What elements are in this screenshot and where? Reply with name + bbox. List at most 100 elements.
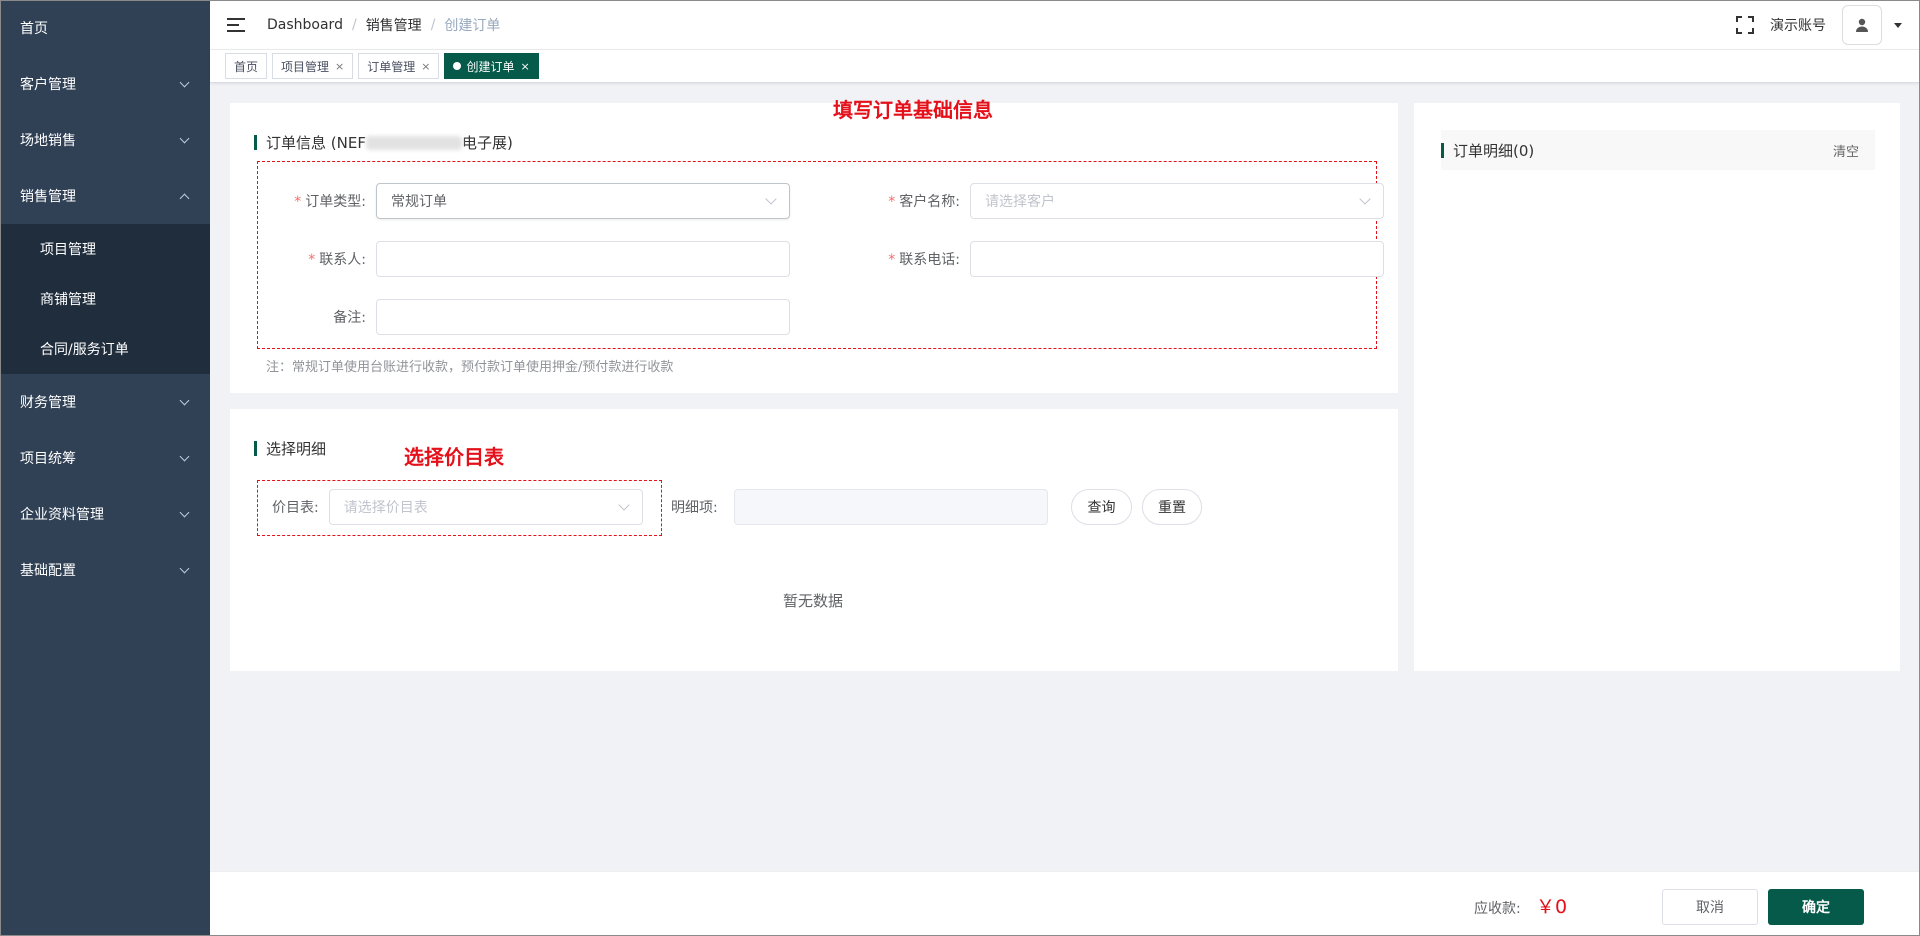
sidebar-subitem-label: 合同/服务订单: [40, 342, 129, 358]
phone-row: * 联系电话:: [851, 241, 1384, 277]
order-type-label: * 订单类型:: [294, 194, 366, 210]
chevron-up-icon: [179, 193, 190, 203]
sidebar-subitem-label: 项目管理: [40, 242, 96, 258]
sidebar-item-label: 场地销售: [20, 133, 76, 149]
reset-button[interactable]: 重置: [1142, 489, 1202, 525]
chevron-down-icon: [179, 451, 190, 461]
query-button[interactable]: 查询: [1071, 489, 1132, 525]
sidebar: 首页 客户管理 场地销售 销售管理 项目管理 商铺管理 合同/服务订单 财务管理…: [0, 0, 210, 936]
hamburger-icon[interactable]: [227, 17, 245, 32]
customer-select[interactable]: 请选择客户: [970, 183, 1384, 219]
title-bar: [254, 441, 257, 456]
order-info-title-suffix: 电子展): [461, 134, 513, 152]
breadcrumb: Dashboard / 销售管理 / 创建订单: [267, 15, 500, 35]
sidebar-subitem-label: 商铺管理: [40, 292, 96, 308]
chevron-down-icon: [179, 563, 190, 573]
sidebar-item-venue-sales[interactable]: 场地销售: [0, 112, 210, 168]
redacted-blur: [365, 135, 462, 150]
sidebar-subitem-projects[interactable]: 项目管理: [0, 224, 210, 274]
close-icon[interactable]: ×: [421, 60, 430, 73]
sidebar-item-label: 客户管理: [20, 77, 76, 93]
chevron-down-icon: [179, 133, 190, 143]
amount-label: 应收款:: [1474, 901, 1521, 917]
sidebar-item-label: 企业资料管理: [20, 507, 104, 523]
tag-label: 创建订单: [466, 59, 515, 74]
caret-down-icon[interactable]: [1894, 22, 1902, 28]
chevron-down-icon: [1359, 192, 1371, 205]
sidebar-item-project-planning[interactable]: 项目统筹: [0, 430, 210, 486]
breadcrumb-separator: /: [430, 16, 436, 33]
sidebar-submenu-sales: 项目管理 商铺管理 合同/服务订单: [0, 224, 210, 374]
contact-label: * 联系人:: [308, 252, 366, 268]
cancel-button[interactable]: 取消: [1662, 889, 1758, 925]
amount-value: ￥0: [1536, 896, 1568, 918]
title-bar: [254, 135, 257, 150]
top-header: Dashboard / 销售管理 / 创建订单 演示账号: [210, 0, 1920, 50]
chevron-down-icon: [179, 77, 190, 87]
tag-projects[interactable]: 项目管理 ×: [272, 53, 354, 79]
empty-text: 暂无数据: [783, 592, 844, 610]
sidebar-item-label: 项目统筹: [20, 451, 76, 467]
header-right: 演示账号: [1736, 0, 1920, 50]
sidebar-item-label: 财务管理: [20, 395, 76, 411]
active-dot-icon: [453, 62, 462, 70]
breadcrumb-sales[interactable]: 销售管理: [366, 15, 422, 35]
price-placeholder: 请选择价目表: [343, 500, 428, 516]
annotation-fill-order-info: 填写订单基础信息: [833, 98, 993, 122]
sidebar-item-sales[interactable]: 销售管理: [0, 168, 210, 224]
user-icon: [1856, 18, 1868, 32]
item-input[interactable]: [733, 489, 1048, 525]
sidebar-item-label: 销售管理: [20, 189, 76, 205]
tag-orders[interactable]: 订单管理 ×: [358, 53, 440, 79]
clear-button[interactable]: 清空: [1833, 141, 1859, 160]
select-detail-title-text: 选择明细: [266, 440, 327, 458]
tag-label: 首页: [234, 59, 259, 74]
customer-row: * 客户名称: 请选择客户: [851, 183, 1384, 219]
close-icon[interactable]: ×: [335, 60, 344, 73]
remark-input[interactable]: [376, 299, 790, 335]
order-info-title: 订单信息 (NEF 电子展): [254, 132, 513, 153]
footer-bar: 应收款: ￥0 取消 确定: [210, 871, 1920, 936]
customer-label: * 客户名称:: [888, 194, 960, 210]
close-icon[interactable]: ×: [521, 60, 530, 73]
item-row: 明细项:: [671, 489, 1048, 525]
sidebar-subitem-shops[interactable]: 商铺管理: [0, 274, 210, 324]
sidebar-item-basic-config[interactable]: 基础配置: [0, 542, 210, 598]
order-detail-panel: 订单明细(0) 清空: [1414, 103, 1900, 671]
avatar[interactable]: [1842, 5, 1882, 45]
chevron-down-icon: [179, 507, 190, 517]
select-detail-card: 选择明细 选择价目表 价目表: 请选择价目表 明细项: 查询 重置 暂无数据: [230, 409, 1398, 671]
sidebar-item-finance[interactable]: 财务管理: [0, 374, 210, 430]
sidebar-item-label: 基础配置: [20, 563, 76, 579]
price-select[interactable]: 请选择价目表: [328, 489, 643, 525]
tag-label: 订单管理: [367, 59, 416, 74]
sidebar-item-company-data[interactable]: 企业资料管理: [0, 486, 210, 542]
fullscreen-icon[interactable]: [1736, 16, 1754, 34]
confirm-button[interactable]: 确定: [1768, 889, 1864, 925]
order-type-select[interactable]: 常规订单: [376, 183, 790, 219]
sidebar-item-home[interactable]: 首页: [0, 0, 210, 56]
breadcrumb-separator: /: [351, 16, 357, 33]
tag-home[interactable]: 首页: [225, 53, 268, 79]
sidebar-item-customers[interactable]: 客户管理: [0, 56, 210, 112]
order-info-title-prefix: 订单信息 (NEF: [266, 134, 366, 152]
contact-row: * 联系人:: [260, 241, 790, 277]
title-bar: [1441, 142, 1444, 158]
sidebar-subitem-contracts[interactable]: 合同/服务订单: [0, 324, 210, 374]
breadcrumb-dashboard[interactable]: Dashboard: [267, 17, 343, 33]
phone-input[interactable]: [970, 241, 1384, 277]
order-type-value: 常规订单: [391, 194, 447, 210]
user-name: 演示账号: [1770, 18, 1826, 34]
order-info-card: 填写订单基础信息 订单信息 (NEF 电子展) * 订单类型: 常规订单 * 客户名…: [230, 98, 1398, 393]
tag-create-order[interactable]: 创建订单 ×: [444, 53, 539, 79]
annotation-select-price: 选择价目表: [404, 445, 504, 469]
contact-input[interactable]: [376, 241, 790, 277]
customer-placeholder: 请选择客户: [985, 194, 1055, 210]
order-detail-title: 订单明细(0): [1441, 140, 1534, 161]
select-detail-title: 选择明细: [254, 438, 326, 459]
phone-label: * 联系电话:: [888, 252, 960, 268]
breadcrumb-current: 创建订单: [444, 17, 501, 34]
item-label: 明细项:: [671, 500, 718, 516]
remark-label: 备注:: [333, 310, 366, 326]
price-row: 价目表: 请选择价目表: [272, 489, 643, 525]
